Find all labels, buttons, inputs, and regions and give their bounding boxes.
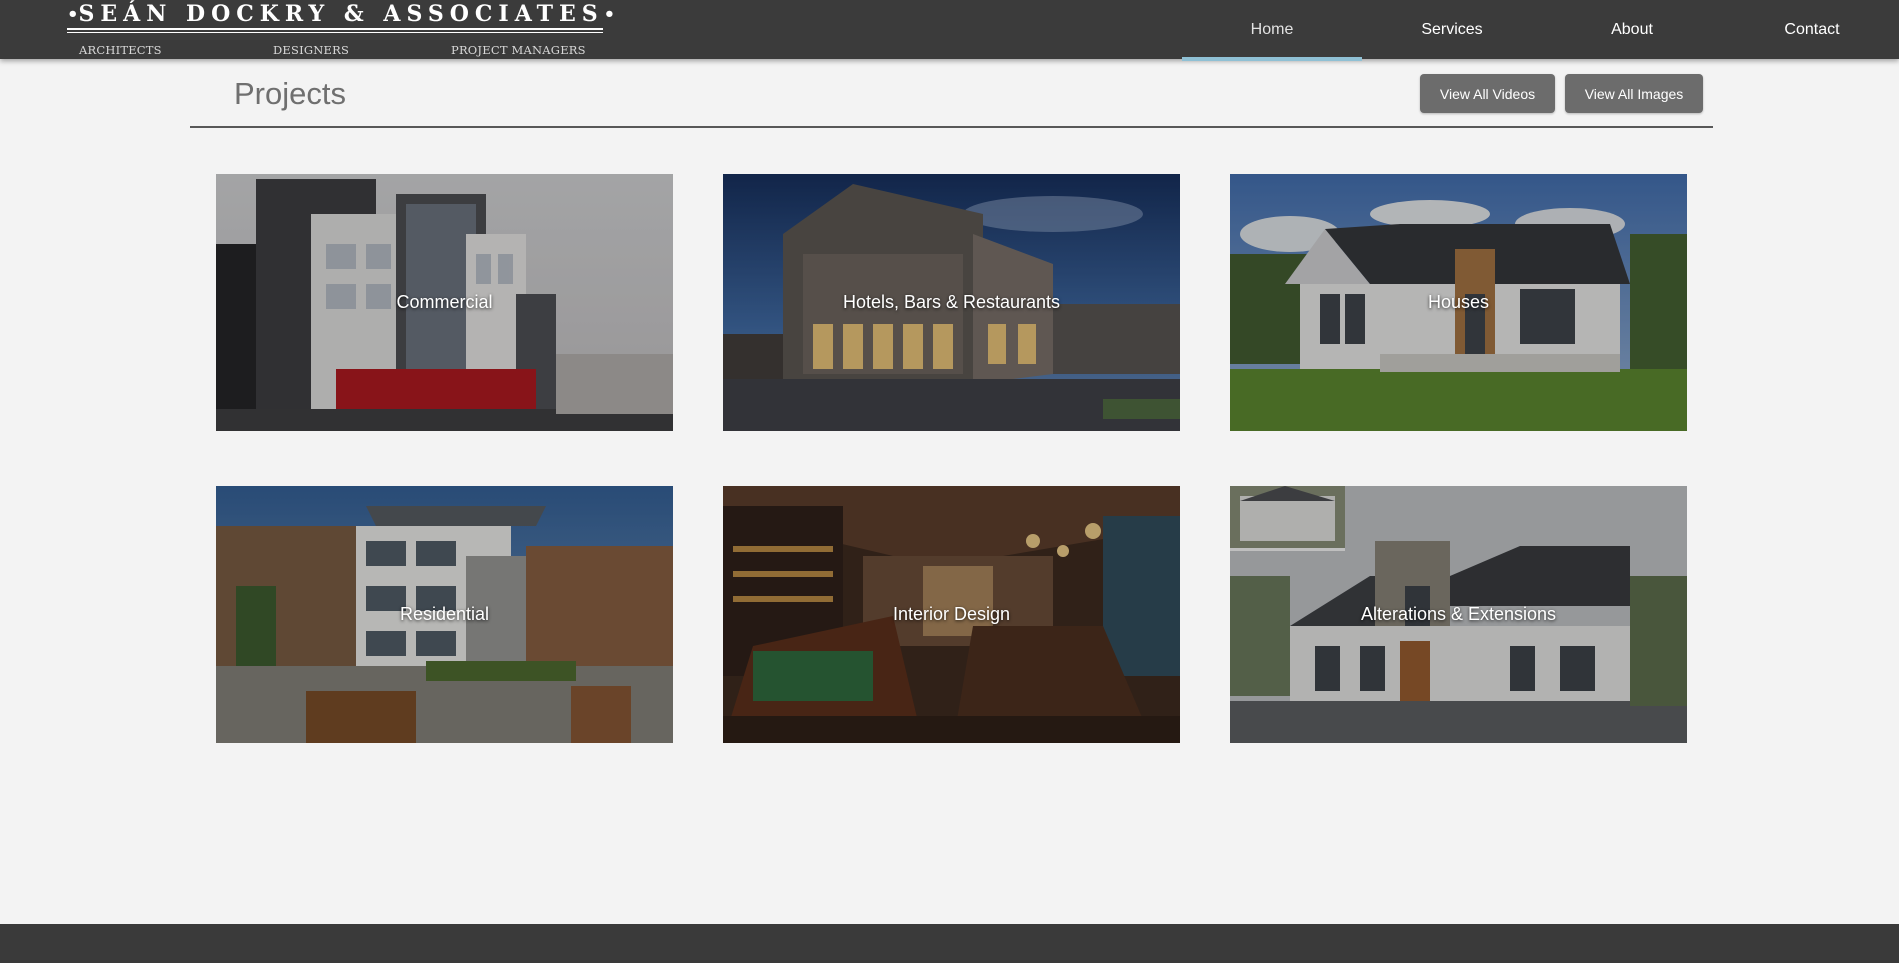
role-project-managers: PROJECT MANAGERS (451, 43, 586, 57)
nav-contact[interactable]: Contact (1722, 0, 1899, 59)
project-tile-hotels-bars-restaurants[interactable]: Hotels, Bars & Restaurants (723, 174, 1180, 431)
tile-label: Commercial (396, 292, 493, 312)
logo-title: • SEÁN DOCKRY & ASSOCIATES • (67, 0, 615, 28)
project-tile-alterations-extensions[interactable]: Alterations & Extensions (1230, 486, 1687, 743)
tile-label: Interior Design (892, 604, 1011, 624)
tile-label: Houses (1427, 292, 1490, 312)
project-tile-residential[interactable]: Residential (216, 486, 673, 743)
project-tile-commercial[interactable]: Commercial (216, 174, 673, 431)
role-designers: DESIGNERS (273, 43, 350, 57)
site-header: • SEÁN DOCKRY & ASSOCIATES • ARCHITECTS … (0, 0, 1899, 61)
logo-rule (67, 32, 603, 33)
title-divider (190, 126, 1713, 128)
main-nav: Home Services About Contact (1182, 0, 1899, 61)
role-architects: ARCHITECTS (79, 43, 162, 57)
project-tile-houses[interactable]: Houses (1230, 174, 1687, 431)
tile-label: Alterations & Extensions (1360, 604, 1557, 624)
tile-label: Residential (399, 604, 490, 624)
tile-label: Hotels, Bars & Restaurants (842, 292, 1061, 312)
logo-dot-left: • (67, 3, 79, 25)
brand-name: SEÁN DOCKRY & ASSOCIATES (78, 1, 604, 27)
nav-about[interactable]: About (1542, 0, 1722, 59)
nav-services[interactable]: Services (1362, 0, 1542, 59)
view-all-videos-button[interactable]: View All Videos (1420, 74, 1555, 113)
logo-rule (67, 28, 603, 30)
logo[interactable]: • SEÁN DOCKRY & ASSOCIATES • ARCHITECTS … (67, 0, 615, 59)
project-tile-interior-design[interactable]: Interior Design (723, 486, 1180, 743)
view-all-images-button[interactable]: View All Images (1565, 74, 1703, 113)
logo-dot-right: • (603, 3, 616, 25)
site-footer (0, 924, 1899, 963)
page-title: Projects (234, 76, 346, 111)
nav-home[interactable]: Home (1182, 0, 1362, 61)
